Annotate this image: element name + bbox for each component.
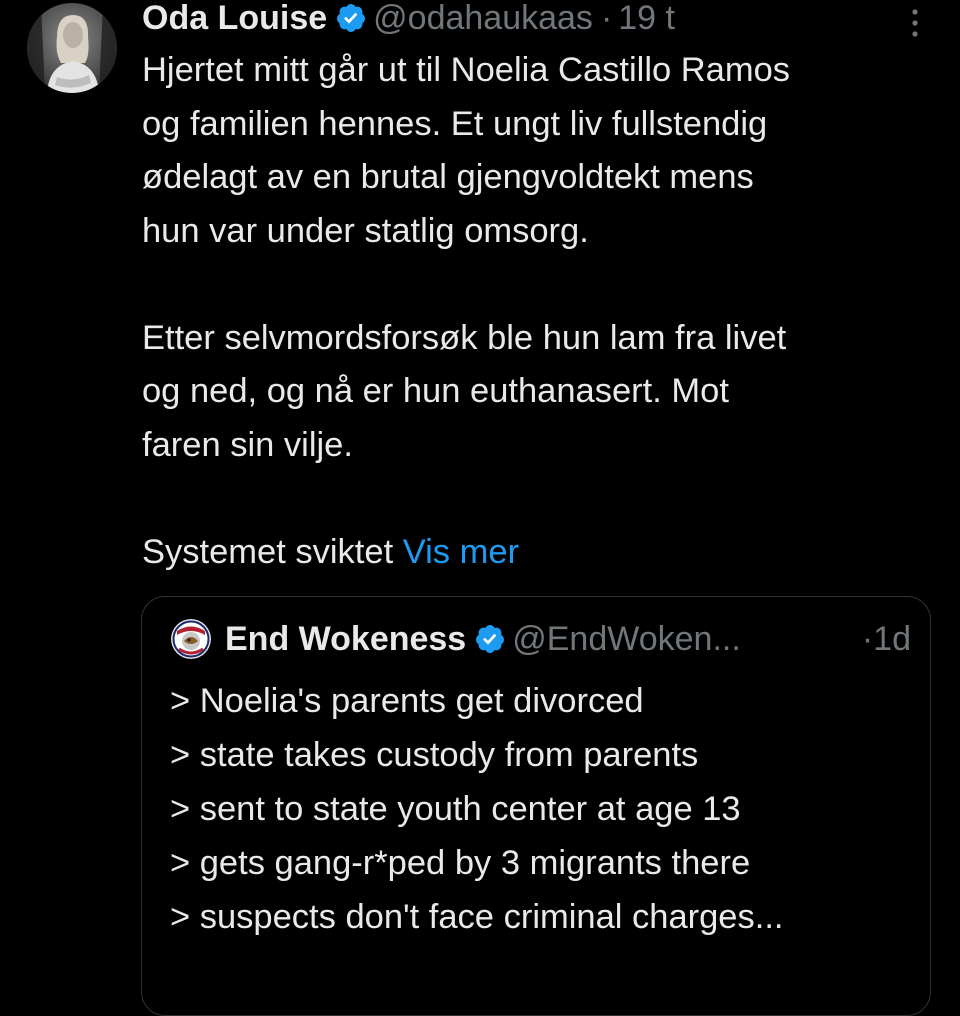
- quoted-text-line: > suspects don't face criminal charges..…: [170, 898, 784, 936]
- post-text-line: og ned, og nå er hun euthanasert. Mot: [142, 372, 729, 410]
- verified-badge-icon: [474, 623, 506, 655]
- verified-badge-icon: [335, 2, 367, 34]
- post-text-line: ødelagt av en brutal gjengvoldtekt mens: [142, 158, 754, 196]
- quoted-time-value: 1d: [873, 619, 911, 658]
- quoted-post-timestamp[interactable]: ·1d: [862, 620, 911, 659]
- quoted-post-header: End Wokeness @EndWoken... ·1d: [171, 615, 911, 663]
- author-avatar[interactable]: [27, 3, 117, 93]
- post-timestamp[interactable]: 19 t: [618, 0, 675, 40]
- author-name[interactable]: Oda Louise: [142, 0, 327, 40]
- post-text-line: hun var under statlig omsorg.: [142, 211, 589, 250]
- quoted-author-name[interactable]: End Wokeness: [225, 620, 466, 659]
- post-text-line: Etter selvmordsforsøk ble hun lam fra li…: [142, 318, 787, 357]
- quoted-text-line: > gets gang-r*ped by 3 migrants there: [170, 844, 751, 882]
- quoted-author-handle[interactable]: @EndWoken...: [512, 620, 741, 659]
- post-text: Hjertet mitt går ut til Noelia Castillo …: [142, 44, 932, 579]
- quoted-text-line: > state takes custody from parents: [170, 736, 699, 774]
- post-text-tail: Systemet sviktet: [142, 532, 394, 571]
- quoted-text-line: > sent to state youth center at age 13: [170, 790, 741, 828]
- quoted-post-text: > Noelia's parents get divorced > state …: [170, 674, 784, 944]
- more-options-button[interactable]: [898, 6, 932, 40]
- post-text-line: Hjertet mitt går ut til Noelia Castillo …: [142, 51, 791, 89]
- header-separator: ·: [600, 0, 613, 37]
- post-text-line: faren sin vilje.: [142, 425, 353, 464]
- quoted-author-avatar[interactable]: [171, 619, 211, 659]
- quoted-post-card[interactable]: End Wokeness @EndWoken... ·1d > Noelia's…: [141, 596, 931, 1016]
- quoted-separator: ·: [861, 619, 874, 658]
- post-text-last-line: Systemet sviktet Vis mer: [142, 526, 932, 580]
- more-vertical-icon: [912, 9, 918, 37]
- show-more-link[interactable]: Vis mer: [403, 533, 519, 571]
- post-header: Oda Louise @odahaukaas · 19 t: [142, 0, 675, 40]
- post-text-line: og familien hennes. Et ungt liv fullsten…: [142, 104, 768, 143]
- quoted-text-line: > Noelia's parents get divorced: [170, 682, 644, 720]
- author-handle[interactable]: @odahaukaas: [373, 0, 593, 40]
